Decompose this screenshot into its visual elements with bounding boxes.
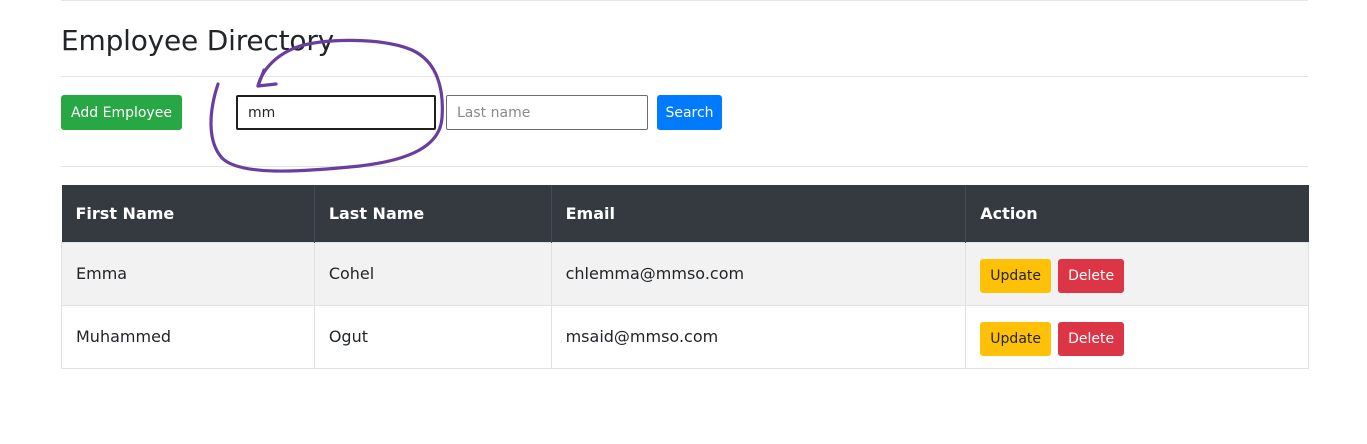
cell-last-name: Ogut (313, 304, 552, 369)
page-title: Employee Directory (61, 24, 335, 57)
cell-action: Update Delete (965, 241, 1309, 306)
employee-table: First Name Last Name Email Action Emma C… (61, 185, 1309, 369)
delete-button[interactable]: Delete (1058, 258, 1125, 293)
cell-email: chlemma@mmso.com (550, 241, 967, 306)
top-divider (61, 0, 1308, 1)
cell-last-name: Cohel (313, 241, 552, 306)
cell-first-name: Muhammed (61, 304, 315, 369)
title-divider (61, 76, 1308, 77)
delete-button[interactable]: Delete (1058, 321, 1125, 356)
search-button[interactable]: Search (657, 95, 722, 130)
table-row: Emma Cohel chlemma@mmso.com Update Delet… (61, 241, 1309, 306)
last-name-input[interactable] (446, 95, 648, 130)
annotation-arrow-head (256, 68, 278, 88)
add-employee-button[interactable]: Add Employee (61, 95, 182, 130)
employee-directory-page: Employee Directory Add Employee Search F… (0, 0, 1367, 444)
cell-first-name: Emma (61, 241, 315, 306)
header-action: Action (965, 185, 1309, 242)
header-first-name: First Name (61, 185, 315, 242)
toolbar-divider (61, 166, 1308, 167)
table-row: Muhammed Ogut msaid@mmso.com Update Dele… (61, 304, 1309, 369)
update-button[interactable]: Update (980, 258, 1051, 293)
first-name-input[interactable] (236, 95, 436, 130)
header-last-name: Last Name (314, 185, 552, 242)
header-email: Email (551, 185, 967, 242)
cell-action: Update Delete (965, 304, 1309, 369)
table-header-row: First Name Last Name Email Action (61, 185, 1309, 242)
cell-email: msaid@mmso.com (550, 304, 967, 369)
update-button[interactable]: Update (980, 321, 1051, 356)
